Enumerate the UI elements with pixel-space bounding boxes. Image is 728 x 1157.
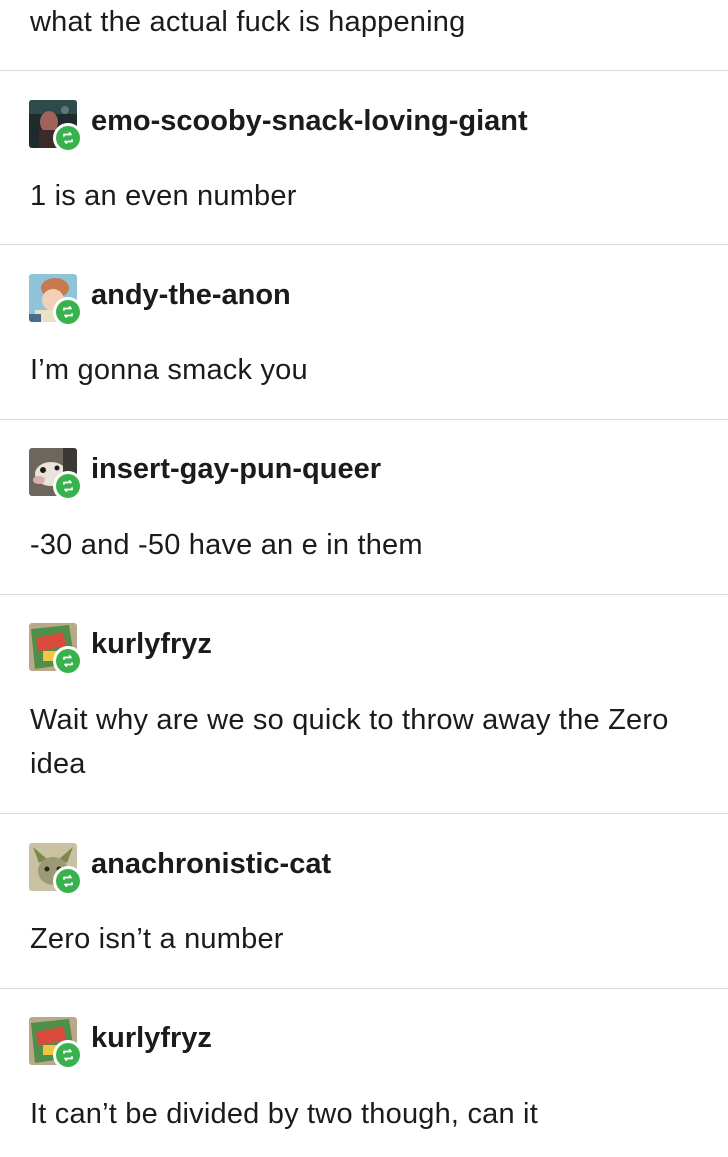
divider xyxy=(0,419,728,420)
reblog-icon xyxy=(63,875,73,887)
username-link[interactable]: emo-scooby-snack-loving-giant xyxy=(91,103,528,139)
post-header: emo-scooby-snack-loving-giant xyxy=(29,100,689,153)
post-header: andy-the-anon xyxy=(29,274,689,327)
divider xyxy=(0,594,728,595)
reblog-badge xyxy=(53,123,83,153)
reblog-icon xyxy=(63,655,73,667)
username-link[interactable]: kurlyfryz xyxy=(91,1020,212,1056)
post-text: -30 and -50 have an e in them xyxy=(30,529,423,561)
username-link[interactable]: insert-gay-pun-queer xyxy=(91,451,381,487)
username-link[interactable]: anachronistic-cat xyxy=(91,846,331,882)
reblog-icon xyxy=(63,480,73,492)
divider xyxy=(0,70,728,71)
intro-post-text: what the actual fuck is happening xyxy=(30,6,466,38)
reblog-thread: what the actual fuck is happening emo-sc… xyxy=(0,0,728,1157)
reblog-icon xyxy=(63,306,73,318)
reblog-badge xyxy=(53,866,83,896)
reblog-badge xyxy=(53,297,83,327)
post-text: Zero isn’t a number xyxy=(30,923,284,955)
divider xyxy=(0,988,728,989)
reblog-badge xyxy=(53,646,83,676)
username-link[interactable]: andy-the-anon xyxy=(91,277,291,313)
post-header: anachronistic-cat xyxy=(29,843,689,896)
divider xyxy=(0,244,728,245)
reblog-badge xyxy=(53,1040,83,1070)
post-header: insert-gay-pun-queer xyxy=(29,448,689,501)
post-text: I’m gonna smack you xyxy=(30,354,308,386)
post-header: kurlyfryz xyxy=(29,1017,689,1070)
post-text: It can’t be divided by two though, can i… xyxy=(30,1098,538,1130)
reblog-badge xyxy=(53,471,83,501)
post-header: kurlyfryz xyxy=(29,623,689,676)
post-text: Wait why are we so quick to throw away t… xyxy=(30,704,669,780)
reblog-icon xyxy=(63,1049,73,1061)
username-link[interactable]: kurlyfryz xyxy=(91,626,212,662)
divider xyxy=(0,813,728,814)
post-text: 1 is an even number xyxy=(30,180,297,212)
reblog-icon xyxy=(63,132,73,144)
